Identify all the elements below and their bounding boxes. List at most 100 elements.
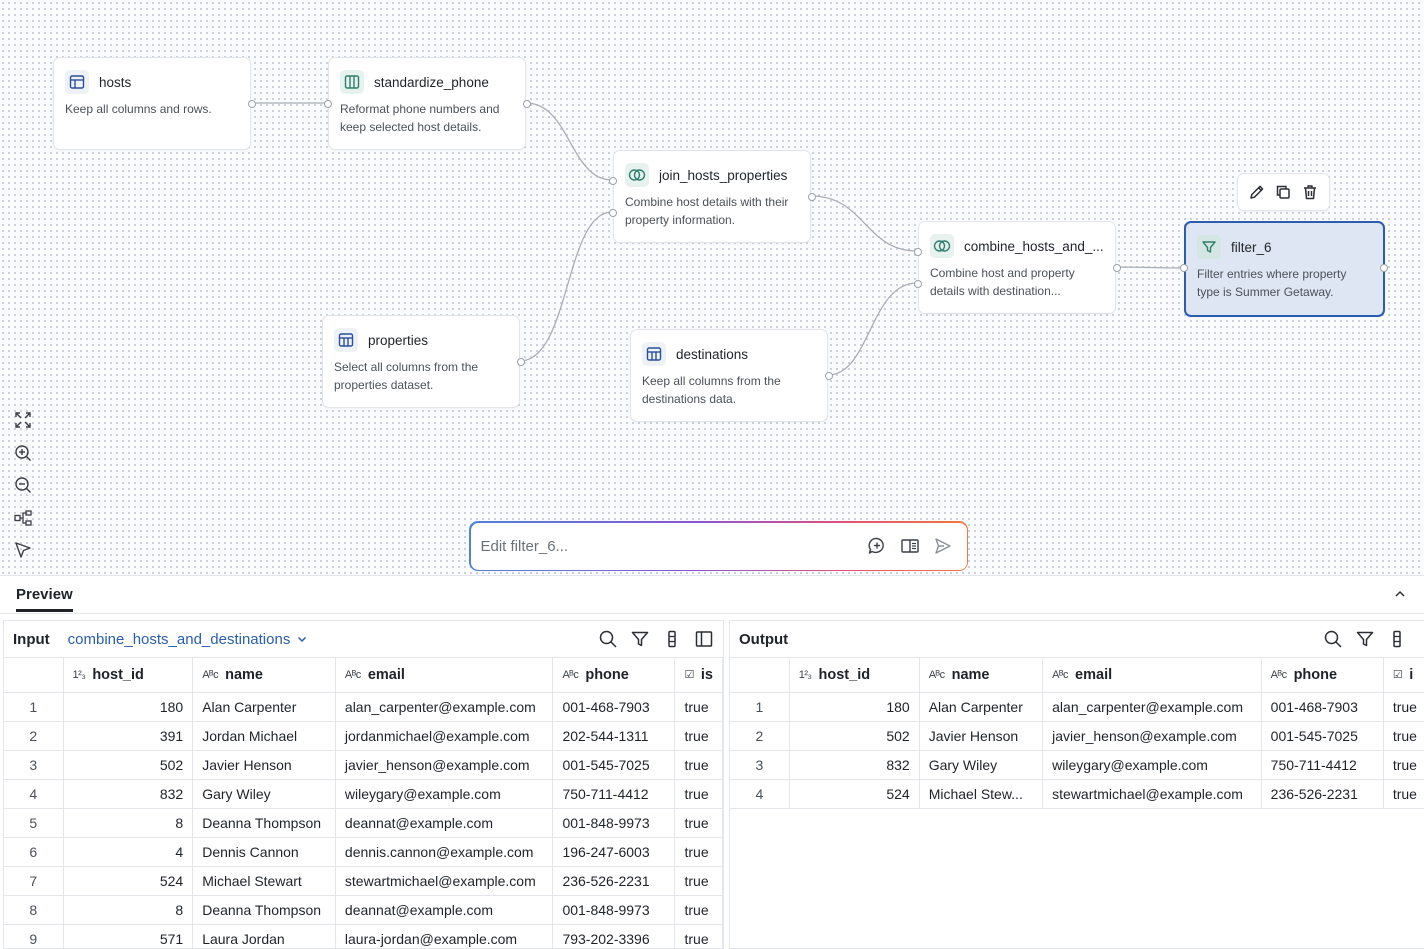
comment-button[interactable] [863, 532, 891, 560]
node-combine-hosts-and-destinations[interactable]: combine_hosts_and_... Combine host and p… [914, 221, 1121, 314]
delete-node-button[interactable] [1298, 180, 1322, 204]
column-header-phone[interactable]: Aᴮc phone [1261, 658, 1384, 693]
filter-button[interactable] [624, 625, 656, 653]
column-header-email[interactable]: Aᴮc email [335, 658, 554, 693]
node-filter-6[interactable]: filter_6 Filter entries where property t… [1180, 221, 1388, 317]
column-header-name[interactable]: Aᴮc name [919, 658, 1044, 693]
output-port[interactable] [825, 372, 833, 380]
cell-host-id: 832 [63, 779, 194, 809]
column-header-phone[interactable]: Aᴮc phone [552, 658, 676, 693]
table-row[interactable]: 6 4 Dennis Cannon dennis.cannon@example.com… [4, 837, 723, 867]
output-port[interactable] [248, 100, 256, 108]
fit-view-button[interactable] [8, 404, 38, 437]
column-header-is[interactable]: ☑ i [1383, 658, 1424, 693]
filter-icon [631, 631, 649, 647]
tab-preview[interactable]: Preview [16, 586, 73, 612]
zoom-out-button[interactable] [8, 469, 38, 502]
pencil-icon [1250, 185, 1264, 199]
cell-phone: 236-526-2231 [1261, 779, 1384, 809]
column-header-email[interactable]: Aᴮc email [1042, 658, 1262, 693]
table-row[interactable]: 4 832 Gary Wiley wileygary@example.com 750-7… [4, 779, 723, 809]
node-properties[interactable]: properties Select all columns from the p… [322, 315, 525, 408]
column-header-host-id[interactable]: 1²₃ host_id [789, 658, 920, 693]
cell-flag: true [674, 692, 723, 722]
cell-email: dennis.cannon@example.com [335, 837, 554, 867]
node-title: properties [368, 332, 429, 348]
table-row[interactable]: 2 502 Javier Henson javier_henson@example.c… [730, 721, 1424, 751]
node-description: Keep all columns from the destinations d… [642, 374, 781, 406]
columns-button[interactable] [656, 625, 688, 653]
book-button[interactable] [896, 532, 924, 560]
zoom-out-icon [15, 477, 31, 494]
table-row[interactable]: 1 180 Alan Carpenter alan_carpenter@example… [4, 692, 723, 722]
table-row[interactable]: 7 524 Michael Stewart stewartmichael@exampl… [4, 866, 723, 896]
table-row[interactable]: 4 524 Michael Stew... stewartmichael@exampl… [730, 779, 1424, 809]
edit-prompt-input[interactable] [480, 537, 858, 555]
auto-layout-button[interactable] [8, 502, 38, 535]
table-row[interactable]: 9 571 Laura Jordan laura-jordan@example.com… [4, 924, 723, 948]
chevron-up-icon [1395, 590, 1405, 597]
cell-name: Deanna Thompson [192, 895, 336, 925]
input-port[interactable] [609, 209, 617, 217]
cell-idx: 4 [730, 779, 790, 809]
select-tool-button[interactable] [8, 534, 38, 567]
node-destinations[interactable]: destinations Keep all columns from the d… [630, 329, 833, 422]
input-port[interactable] [324, 100, 332, 108]
boolean-type-icon: ☑ [684, 669, 694, 682]
chevron-down-icon [298, 636, 307, 643]
output-table: 1²₃ host_id Aᴮc name Aᴮc email Aᴮc phone ☑ i … [730, 658, 1424, 809]
table-row[interactable]: 5 8 Deanna Thompson deannat@example.com 001-… [4, 808, 723, 838]
filter-button[interactable] [1349, 625, 1381, 653]
output-port[interactable] [1380, 264, 1388, 272]
node-description: Select all columns from the properties d… [334, 360, 479, 392]
output-port[interactable] [523, 100, 531, 108]
input-port[interactable] [914, 280, 922, 288]
cell-email: stewartmichael@example.com [335, 866, 554, 896]
search-icon [599, 630, 617, 648]
cell-phone: 001-468-7903 [552, 692, 676, 722]
table-row[interactable]: 3 502 Javier Henson javier_henson@example.c… [4, 750, 723, 780]
dataset-select[interactable]: combine_hosts_and_destinations [68, 631, 309, 648]
send-button[interactable] [929, 532, 957, 560]
table-row[interactable]: 1 180 Alan Carpenter alan_carpenter@example… [730, 692, 1424, 722]
table-row[interactable]: 2 391 Jordan Michael jordanmichael@example.… [4, 721, 723, 751]
table-header-row: 1²₃ host_id Aᴮc name Aᴮc email Aᴮc phone ☑ is [4, 658, 723, 693]
integer-type-icon: 1²₃ [798, 668, 812, 681]
node-standardize-phone[interactable]: standardize_phone Reformat phone numbers… [324, 57, 531, 150]
toggle-sidebar-button[interactable] [688, 625, 720, 653]
string-type-icon: Aᴮc [1052, 668, 1069, 681]
input-panel: Input combine_hosts_and_destinations 1²₃… [3, 620, 724, 949]
pipeline-canvas[interactable]: hosts Keep all columns and rows. standar… [0, 0, 1424, 576]
output-port[interactable] [517, 358, 525, 366]
trash-icon [1303, 185, 1316, 200]
cell-flag: true [674, 750, 723, 780]
input-port[interactable] [609, 177, 617, 185]
table-row[interactable]: 3 832 Gary Wiley wileygary@example.com 750-7… [730, 750, 1424, 780]
collapse-preview-button[interactable] [1390, 584, 1410, 604]
column-header-host-id[interactable]: 1²₃ host_id [63, 658, 194, 693]
edge-properties-join [519, 211, 613, 362]
columns-button[interactable] [1381, 625, 1413, 653]
input-port[interactable] [914, 248, 922, 256]
edit-node-button[interactable] [1245, 180, 1269, 204]
cell-flag: true [1383, 750, 1424, 780]
output-port[interactable] [808, 193, 816, 201]
column-header-is[interactable]: ☑ is [674, 658, 723, 693]
output-port[interactable] [1113, 264, 1121, 272]
cell-idx: 1 [730, 692, 790, 722]
input-port[interactable] [1180, 264, 1188, 272]
cell-name: Dennis Cannon [192, 837, 336, 867]
zoom-in-button[interactable] [8, 437, 38, 470]
node-title: hosts [99, 74, 132, 90]
cell-flag: true [674, 866, 723, 896]
node-hosts[interactable]: hosts Keep all columns and rows. [53, 57, 256, 150]
search-button[interactable] [592, 625, 624, 653]
cell-idx: 8 [4, 895, 64, 925]
cell-idx: 7 [4, 866, 64, 896]
column-header-name[interactable]: Aᴮc name [192, 658, 336, 693]
table-row[interactable]: 8 8 Deanna Thompson deannat@example.com 001-… [4, 895, 723, 925]
node-join-hosts-properties[interactable]: join_hosts_properties Combine host detai… [609, 150, 816, 243]
search-button[interactable] [1317, 625, 1349, 653]
duplicate-node-button[interactable] [1271, 180, 1295, 204]
table-icon [642, 342, 666, 366]
